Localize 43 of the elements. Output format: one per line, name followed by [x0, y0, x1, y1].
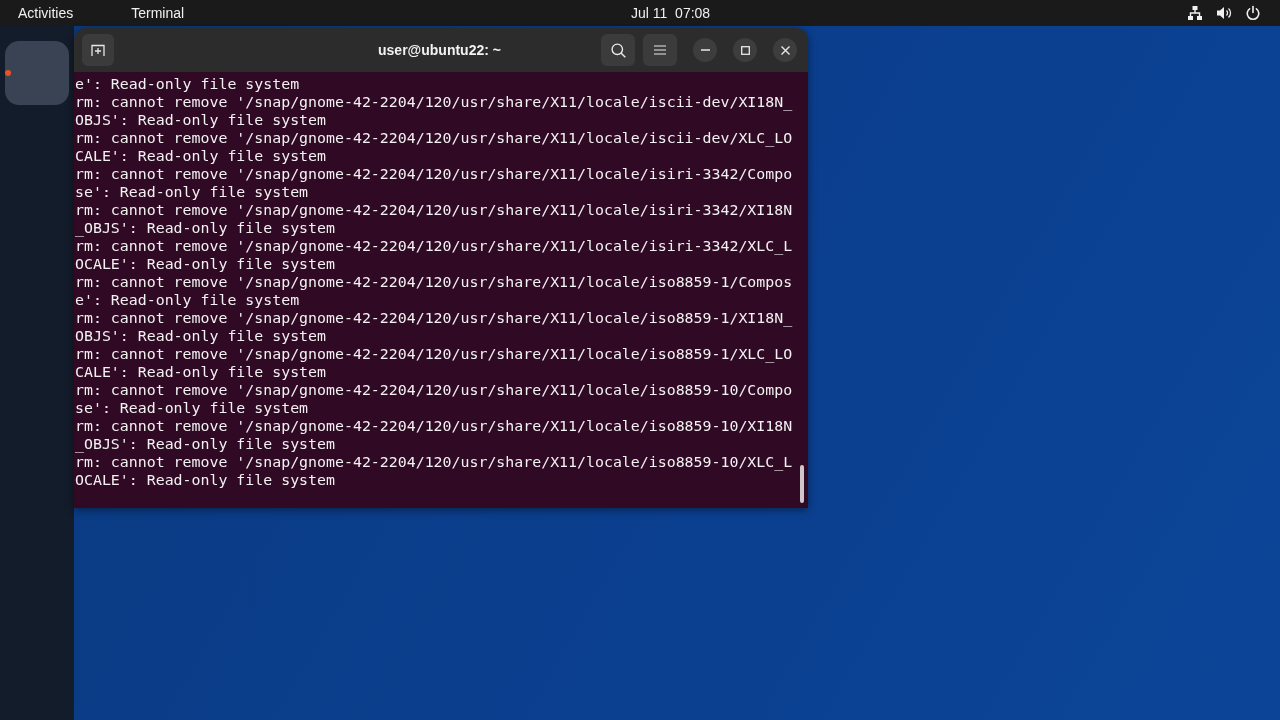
activities-button[interactable]: Activities — [6, 0, 86, 26]
terminal-line: rm: cannot remove '/snap/gnome-42-2204/120/usr/share/X11/locale/iso8859-1/XI18N_ — [75, 309, 794, 327]
power-icon[interactable] — [1245, 5, 1261, 21]
terminal-line: rm: cannot remove '/snap/gnome-42-2204/120/usr/share/X11/locale/iscii-dev/XI18N_ — [75, 93, 794, 111]
terminal-line: rm: cannot remove '/snap/gnome-42-2204/120/usr/share/X11/locale/isiri-3342/XI18N — [75, 201, 794, 219]
terminal-line: rm: cannot remove '/snap/gnome-42-2204/120/usr/share/X11/locale/iscii-dev/XLC_LO — [75, 129, 794, 147]
minimize-icon — [700, 49, 710, 51]
terminal-line: _OBJS': Read-only file system — [75, 219, 336, 237]
terminal-line: _OBJS': Read-only file system — [75, 435, 336, 453]
terminal-line: OCALE': Read-only file system — [75, 255, 336, 273]
terminal-line: rm: cannot remove '/snap/gnome-42-2204/120/usr/share/X11/locale/iso8859-10/XI18N — [75, 417, 794, 435]
menu-button[interactable] — [643, 34, 677, 66]
search-icon — [610, 42, 626, 58]
terminal-line: se': Read-only file system — [75, 183, 310, 201]
terminal-line: rm: cannot remove '/snap/gnome-42-2204/120/usr/share/X11/locale/isiri-3342/Compo — [75, 165, 794, 183]
menu-icon — [654, 45, 666, 55]
clock-button[interactable]: Jul 11 07:08 — [625, 0, 717, 26]
network-icon[interactable] — [1187, 5, 1203, 21]
terminal-line: e': Read-only file system — [75, 75, 301, 93]
terminal-line: se': Read-only file system — [75, 399, 310, 417]
terminal-line: rm: cannot remove '/snap/gnome-42-2204/120/usr/share/X11/locale/isiri-3342/XLC_L — [75, 237, 794, 255]
terminal-line: rm: cannot remove '/snap/gnome-42-2204/120/usr/share/X11/locale/iso8859-1/XLC_LO — [75, 345, 794, 363]
scrollbar-thumb[interactable] — [800, 465, 804, 503]
terminal-line: OBJS': Read-only file system — [75, 327, 328, 345]
window-title: user@ubuntu22: ~ — [378, 42, 501, 58]
volume-icon[interactable] — [1216, 5, 1232, 21]
new-tab-button[interactable] — [82, 34, 114, 66]
terminal-line: OBJS': Read-only file system — [75, 111, 328, 129]
minimize-button[interactable] — [693, 38, 717, 62]
terminal-line: OCALE': Read-only file system — [75, 471, 336, 489]
terminal-line: rm: cannot remove '/snap/gnome-42-2204/120/usr/share/X11/locale/iso8859-10/Compo — [75, 381, 794, 399]
new-tab-icon — [91, 44, 105, 56]
close-button[interactable] — [773, 38, 797, 62]
maximize-icon — [740, 45, 750, 55]
terminal-line: CALE': Read-only file system — [75, 363, 328, 381]
maximize-button[interactable] — [733, 38, 757, 62]
close-icon — [780, 45, 790, 55]
terminal-line: rm: cannot remove '/snap/gnome-42-2204/120/usr/share/X11/locale/iso8859-10/XLC_L — [75, 453, 794, 471]
terminal-line: rm: cannot remove '/snap/gnome-42-2204/120/usr/share/X11/locale/iso8859-1/Compos — [75, 273, 794, 291]
terminal-line: CALE': Read-only file system — [75, 147, 328, 165]
terminal-line: e': Read-only file system — [75, 291, 301, 309]
app-menu-button[interactable]: Terminal — [119, 0, 197, 26]
search-button[interactable] — [601, 34, 635, 66]
